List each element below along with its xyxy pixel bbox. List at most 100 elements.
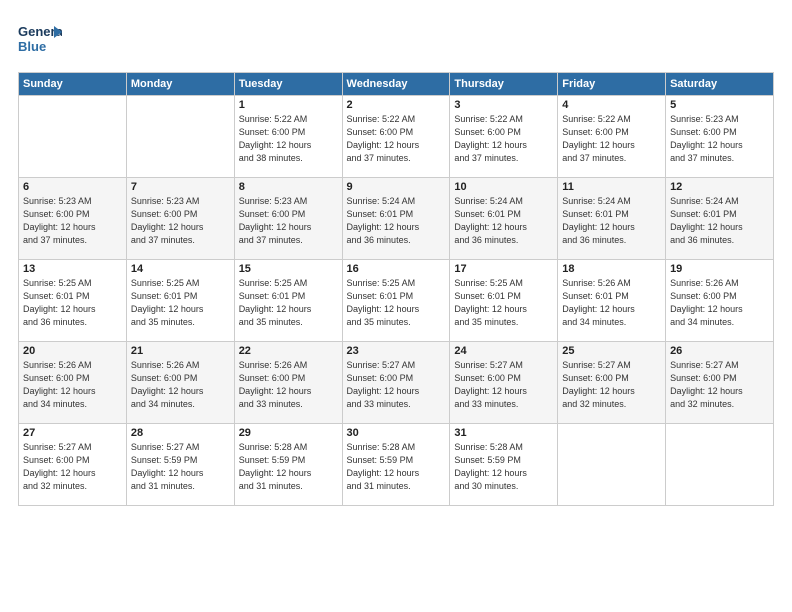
day-of-week-header: Thursday [450, 73, 558, 96]
day-info: Sunrise: 5:26 AM Sunset: 6:00 PM Dayligh… [239, 359, 338, 411]
calendar-table: SundayMondayTuesdayWednesdayThursdayFrid… [18, 72, 774, 506]
logo-svg: General Blue [18, 18, 62, 62]
svg-text:Blue: Blue [18, 39, 46, 54]
day-info: Sunrise: 5:22 AM Sunset: 6:00 PM Dayligh… [454, 113, 553, 165]
day-number: 25 [562, 345, 661, 357]
day-info: Sunrise: 5:25 AM Sunset: 6:01 PM Dayligh… [239, 277, 338, 329]
day-number: 22 [239, 345, 338, 357]
day-number: 2 [347, 99, 446, 111]
calendar-day-cell: 26 Sunrise: 5:27 AM Sunset: 6:00 PM Dayli… [666, 342, 774, 424]
calendar-day-cell: 3Sunrise: 5:22 AM Sunset: 6:00 PM Daylig… [450, 96, 558, 178]
day-info: Sunrise: 5:24 AM Sunset: 6:01 PM Dayligh… [562, 195, 661, 247]
day-number: 10 [454, 181, 553, 193]
day-number: 30 [347, 427, 446, 439]
day-number: 1 [239, 99, 338, 111]
page: General Blue SundayMondayTuesdayWednesda… [0, 0, 792, 612]
day-info: Sunrise: 5:24 AM Sunset: 6:01 PM Dayligh… [347, 195, 446, 247]
day-info: Sunrise: 5:28 AM Sunset: 5:59 PM Dayligh… [239, 441, 338, 493]
day-info: Sunrise: 5:25 AM Sunset: 6:01 PM Dayligh… [131, 277, 230, 329]
calendar-day-cell [126, 96, 234, 178]
day-number: 15 [239, 263, 338, 275]
day-info: Sunrise: 5:23 AM Sunset: 6:00 PM Dayligh… [131, 195, 230, 247]
calendar-day-cell: 20 Sunrise: 5:26 AM Sunset: 6:00 PM Dayli… [19, 342, 127, 424]
day-info: Sunrise: 5:27 AM Sunset: 5:59 PM Dayligh… [131, 441, 230, 493]
day-number: 31 [454, 427, 553, 439]
day-number: 27 [23, 427, 122, 439]
day-info: Sunrise: 5:27 AM Sunset: 6:00 PM Dayligh… [562, 359, 661, 411]
calendar-day-cell: 9 Sunrise: 5:24 AM Sunset: 6:01 PM Daylig… [342, 178, 450, 260]
calendar-day-cell: 21 Sunrise: 5:26 AM Sunset: 6:00 PM Dayli… [126, 342, 234, 424]
day-info: Sunrise: 5:23 AM Sunset: 6:00 PM Dayligh… [670, 113, 769, 165]
calendar-day-cell: 2 Sunrise: 5:22 AM Sunset: 6:00 PM Daylig… [342, 96, 450, 178]
day-info: Sunrise: 5:25 AM Sunset: 6:01 PM Dayligh… [347, 277, 446, 329]
calendar-day-cell: 13 Sunrise: 5:25 AM Sunset: 6:01 PM Dayli… [19, 260, 127, 342]
day-number: 4 [562, 99, 661, 111]
day-info: Sunrise: 5:22 AM Sunset: 6:00 PM Dayligh… [347, 113, 446, 165]
day-info: Sunrise: 5:26 AM Sunset: 6:01 PM Dayligh… [562, 277, 661, 329]
calendar-day-cell: 1 Sunrise: 5:22 AM Sunset: 6:00 PM Daylig… [234, 96, 342, 178]
calendar-day-cell: 4 Sunrise: 5:22 AM Sunset: 6:00 PM Daylig… [558, 96, 666, 178]
calendar-day-cell: 29 Sunrise: 5:28 AM Sunset: 5:59 PM Dayli… [234, 424, 342, 506]
calendar-day-cell: 19 Sunrise: 5:26 AM Sunset: 6:00 PM Dayli… [666, 260, 774, 342]
calendar-day-cell: 31 Sunrise: 5:28 AM Sunset: 5:59 PM Dayli… [450, 424, 558, 506]
calendar-day-cell: 11 Sunrise: 5:24 AM Sunset: 6:01 PM Dayli… [558, 178, 666, 260]
day-number: 6 [23, 181, 122, 193]
day-number: 29 [239, 427, 338, 439]
day-of-week-header: Sunday [19, 73, 127, 96]
day-number: 12 [670, 181, 769, 193]
calendar-header-row: SundayMondayTuesdayWednesdayThursdayFrid… [19, 73, 774, 96]
calendar-day-cell: 6 Sunrise: 5:23 AM Sunset: 6:00 PM Daylig… [19, 178, 127, 260]
day-number: 21 [131, 345, 230, 357]
day-number: 8 [239, 181, 338, 193]
day-info: Sunrise: 5:28 AM Sunset: 5:59 PM Dayligh… [347, 441, 446, 493]
calendar-day-cell: 17Sunrise: 5:25 AM Sunset: 6:01 PM Dayli… [450, 260, 558, 342]
logo: General Blue [18, 18, 62, 62]
day-info: Sunrise: 5:23 AM Sunset: 6:00 PM Dayligh… [23, 195, 122, 247]
calendar-week-row: 1 Sunrise: 5:22 AM Sunset: 6:00 PM Daylig… [19, 96, 774, 178]
day-number: 17 [454, 263, 553, 275]
calendar-day-cell: 10 Sunrise: 5:24 AM Sunset: 6:01 PM Dayli… [450, 178, 558, 260]
day-number: 16 [347, 263, 446, 275]
calendar-day-cell: 18Sunrise: 5:26 AM Sunset: 6:01 PM Dayli… [558, 260, 666, 342]
day-of-week-header: Monday [126, 73, 234, 96]
day-info: Sunrise: 5:24 AM Sunset: 6:01 PM Dayligh… [670, 195, 769, 247]
day-number: 9 [347, 181, 446, 193]
calendar-day-cell: 8Sunrise: 5:23 AM Sunset: 6:00 PM Daylig… [234, 178, 342, 260]
calendar-day-cell: 15 Sunrise: 5:25 AM Sunset: 6:01 PM Dayli… [234, 260, 342, 342]
day-number: 14 [131, 263, 230, 275]
day-info: Sunrise: 5:24 AM Sunset: 6:01 PM Dayligh… [454, 195, 553, 247]
calendar-week-row: 6 Sunrise: 5:23 AM Sunset: 6:00 PM Daylig… [19, 178, 774, 260]
calendar-day-cell: 30 Sunrise: 5:28 AM Sunset: 5:59 PM Dayli… [342, 424, 450, 506]
day-info: Sunrise: 5:22 AM Sunset: 6:00 PM Dayligh… [562, 113, 661, 165]
day-of-week-header: Tuesday [234, 73, 342, 96]
day-number: 13 [23, 263, 122, 275]
day-info: Sunrise: 5:27 AM Sunset: 6:00 PM Dayligh… [454, 359, 553, 411]
day-number: 5 [670, 99, 769, 111]
day-number: 11 [562, 181, 661, 193]
day-info: Sunrise: 5:22 AM Sunset: 6:00 PM Dayligh… [239, 113, 338, 165]
day-info: Sunrise: 5:26 AM Sunset: 6:00 PM Dayligh… [23, 359, 122, 411]
day-number: 24 [454, 345, 553, 357]
day-info: Sunrise: 5:28 AM Sunset: 5:59 PM Dayligh… [454, 441, 553, 493]
calendar-day-cell: 24 Sunrise: 5:27 AM Sunset: 6:00 PM Dayli… [450, 342, 558, 424]
day-info: Sunrise: 5:27 AM Sunset: 6:00 PM Dayligh… [23, 441, 122, 493]
day-number: 28 [131, 427, 230, 439]
calendar-day-cell: 27 Sunrise: 5:27 AM Sunset: 6:00 PM Dayli… [19, 424, 127, 506]
day-info: Sunrise: 5:27 AM Sunset: 6:00 PM Dayligh… [670, 359, 769, 411]
day-info: Sunrise: 5:25 AM Sunset: 6:01 PM Dayligh… [23, 277, 122, 329]
day-number: 26 [670, 345, 769, 357]
calendar-day-cell: 28 Sunrise: 5:27 AM Sunset: 5:59 PM Dayli… [126, 424, 234, 506]
day-info: Sunrise: 5:26 AM Sunset: 6:00 PM Dayligh… [131, 359, 230, 411]
calendar-day-cell: 22 Sunrise: 5:26 AM Sunset: 6:00 PM Dayli… [234, 342, 342, 424]
calendar-day-cell: 7Sunrise: 5:23 AM Sunset: 6:00 PM Daylig… [126, 178, 234, 260]
calendar-day-cell [19, 96, 127, 178]
calendar-day-cell [666, 424, 774, 506]
day-info: Sunrise: 5:26 AM Sunset: 6:00 PM Dayligh… [670, 277, 769, 329]
calendar-week-row: 27 Sunrise: 5:27 AM Sunset: 6:00 PM Dayli… [19, 424, 774, 506]
calendar-day-cell: 14 Sunrise: 5:25 AM Sunset: 6:01 PM Dayli… [126, 260, 234, 342]
day-number: 20 [23, 345, 122, 357]
calendar-day-cell: 5 Sunrise: 5:23 AM Sunset: 6:00 PM Daylig… [666, 96, 774, 178]
day-number: 19 [670, 263, 769, 275]
header: General Blue [18, 18, 774, 62]
day-number: 23 [347, 345, 446, 357]
